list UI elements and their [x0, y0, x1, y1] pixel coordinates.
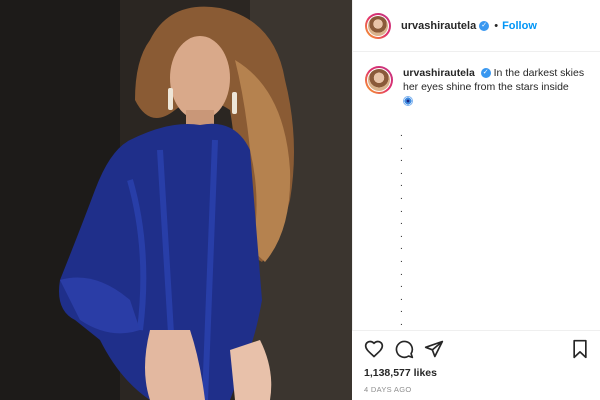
- caption-dot-line: .: [400, 165, 403, 177]
- caption-dot-line: .: [400, 253, 403, 265]
- post-header: urvashirautela ✓ • Follow: [353, 0, 600, 52]
- caption-dot-line: .: [400, 304, 403, 316]
- bookmark-icon[interactable]: [570, 339, 590, 359]
- caption-dot-line: .: [400, 216, 403, 228]
- post-timestamp[interactable]: 4 DAYS AGO: [364, 385, 411, 394]
- post-photo[interactable]: [0, 0, 352, 400]
- caption-dot-line: .: [400, 128, 403, 139]
- caption-dot-line: .: [400, 190, 403, 202]
- instagram-post: urvashirautela ✓ • Follow urvashirautela…: [0, 0, 600, 400]
- caption-dot-lines: ................: [400, 128, 403, 330]
- caption-username[interactable]: urvashirautela: [403, 67, 475, 79]
- action-bar: 1,138,577 likes 4 DAYS AGO: [352, 330, 600, 400]
- nazar-amulet-icon: [403, 96, 413, 106]
- caption-verified-badge-icon: ✓: [480, 68, 491, 79]
- paper-plane-icon[interactable]: [424, 339, 444, 359]
- heart-icon[interactable]: [364, 339, 384, 359]
- like-count[interactable]: 1,138,577 likes: [364, 367, 437, 379]
- caption-dot-line: .: [400, 153, 403, 165]
- caption-dot-line: .: [400, 279, 403, 291]
- comment-icon[interactable]: [394, 339, 414, 359]
- header-separator: •: [494, 19, 499, 32]
- caption-avatar[interactable]: [365, 66, 393, 94]
- author-username[interactable]: urvashirautela: [401, 20, 476, 32]
- caption-dot-line: .: [400, 316, 403, 328]
- caption-dot-line: .: [400, 228, 403, 240]
- verified-badge-icon: ✓: [479, 20, 490, 31]
- post-caption: urvashirautela ✓ In the darkest skies he…: [365, 66, 591, 110]
- caption-body: urvashirautela ✓ In the darkest skies he…: [403, 66, 589, 110]
- photo-illustration: [0, 0, 352, 400]
- follow-button[interactable]: Follow: [502, 20, 537, 32]
- author-avatar[interactable]: [365, 12, 391, 39]
- caption-dot-line: .: [400, 140, 403, 152]
- caption-dot-line: .: [400, 203, 403, 215]
- caption-dot-line: .: [400, 178, 403, 190]
- caption-dot-line: .: [400, 241, 403, 253]
- caption-dot-line: .: [400, 266, 403, 278]
- caption-dot-line: .: [400, 291, 403, 303]
